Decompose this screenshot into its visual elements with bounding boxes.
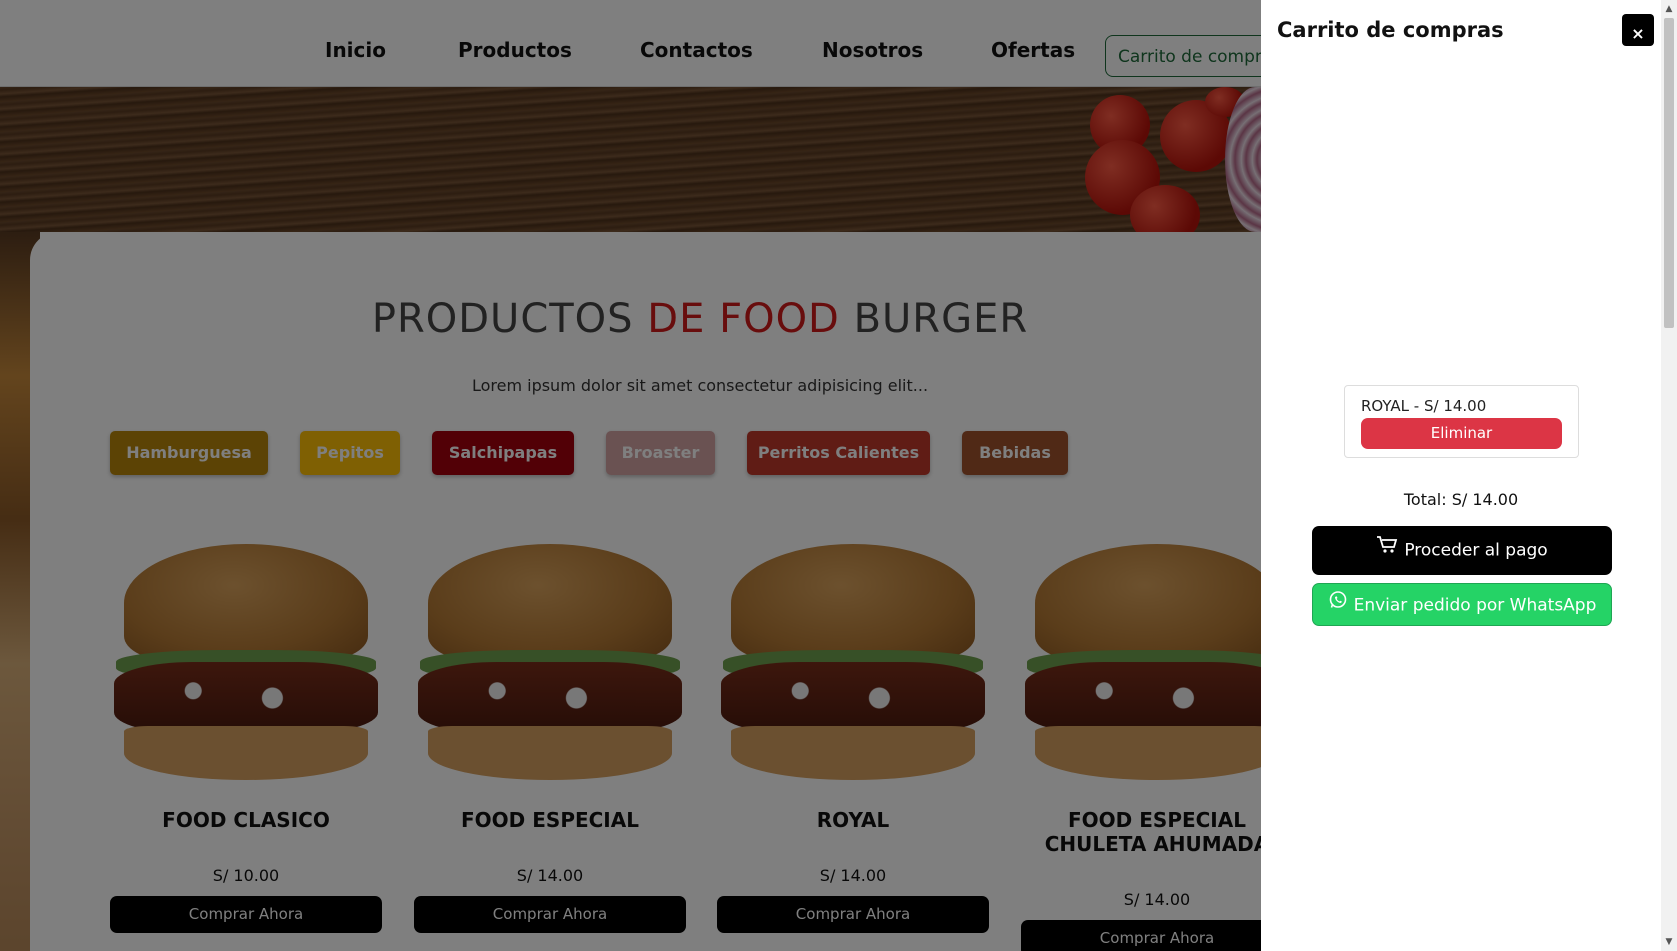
scroll-down-arrow-icon[interactable]: ▼ [1663,936,1675,948]
checkout-label: Proceder al pago [1404,540,1548,561]
cart-drawer: Carrito de compras [1261,0,1661,951]
whatsapp-label: Enviar pedido por WhatsApp [1353,595,1597,616]
checkout-button[interactable]: Proceder al pago [1312,526,1612,575]
remove-item-button[interactable]: Eliminar [1361,418,1562,449]
whatsapp-order-button[interactable]: Enviar pedido por WhatsApp [1312,583,1612,626]
cart-total: Total: S/ 14.00 [1403,490,1519,509]
cart-item: ROYAL - S/ 14.00 Eliminar [1344,385,1579,458]
scrollbar-thumb[interactable] [1664,18,1674,328]
cart-title: Carrito de compras [1277,18,1504,42]
close-icon[interactable]: × [1622,14,1654,46]
scroll-up-arrow-icon[interactable]: ▲ [1663,3,1675,15]
main-page: Inicio Productos Contactos Nosotros Ofer… [0,0,1261,951]
whatsapp-icon [1328,584,1348,627]
cart-item-label: ROYAL - S/ 14.00 [1361,397,1487,415]
modal-backdrop[interactable] [0,0,1261,951]
cart-icon [1376,526,1398,575]
